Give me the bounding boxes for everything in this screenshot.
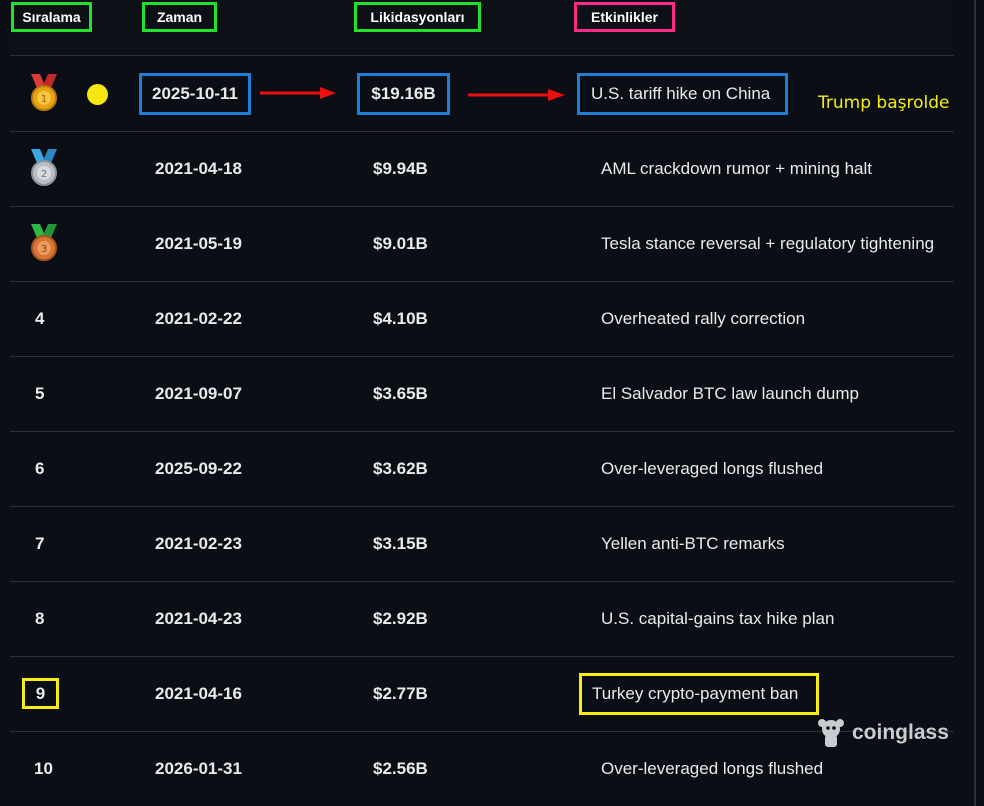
date-cell: 2021-02-22 [155, 308, 242, 328]
table-row: 9 2021-04-16 $2.77B Turkey crypto-paymen… [10, 656, 954, 732]
header-time: Zaman [142, 2, 217, 32]
liquidation-highlight-box: $19.16B [357, 72, 450, 115]
liquidation-cell: $19.16B [357, 56, 450, 131]
arrow-right-icon [260, 87, 336, 99]
liquidation-cell: $2.77B [373, 683, 428, 703]
date-cell: 2025-09-22 [155, 458, 242, 478]
event-cell: Overheated rally correction [601, 308, 806, 328]
liquidation-cell: $3.15B [373, 533, 428, 553]
svg-text:2: 2 [41, 169, 47, 180]
gold-medal-icon: 1 [31, 74, 57, 111]
date-cell: 2021-02-23 [155, 533, 242, 553]
table-row: 4 2021-02-22 $4.10B Overheated rally cor… [10, 281, 954, 357]
brand-watermark: coinglass [816, 717, 949, 749]
event-cell: Over-leveraged longs flushed [601, 758, 824, 778]
table-row: 3 2021-05-19 $9.01B Tesla stance reversa… [10, 206, 954, 282]
rank-cell: 9 [22, 656, 59, 731]
scrollbar-track[interactable] [974, 0, 976, 806]
rank-cell: 8 [35, 608, 45, 628]
event-cell: El Salvador BTC law launch dump [601, 383, 859, 403]
liquidation-cell: $3.62B [373, 458, 428, 478]
table-header: Sıralama Zaman Likidasyonları Etkinlikle… [10, 0, 954, 56]
table-row: 2 2021-04-18 $9.94B AML crackdown rumor … [10, 131, 954, 207]
rank-cell: 4 [35, 308, 45, 328]
date-highlight-box: 2025-10-11 [139, 72, 251, 115]
arrow-right-icon [468, 89, 565, 101]
event-cell: Over-leveraged longs flushed [601, 458, 824, 478]
table-row: 8 2021-04-23 $2.92B U.S. capital-gains t… [10, 581, 954, 657]
svg-text:1: 1 [41, 94, 47, 105]
rank-cell: 6 [35, 458, 45, 478]
table-row: 10 2026-01-31 $2.56B Over-leveraged long… [10, 731, 954, 806]
rank-highlight-box: 9 [22, 678, 59, 709]
event-highlight-box: U.S. tariff hike on China [577, 72, 788, 115]
rank-cell: 5 [35, 383, 45, 403]
event-cell: Tesla stance reversal + regulatory tight… [601, 233, 935, 253]
bronze-medal-icon: 3 [31, 224, 57, 261]
liquidation-cell: $9.94B [373, 158, 428, 178]
header-events: Etkinlikler [574, 2, 675, 32]
header-rank: Sıralama [11, 2, 92, 32]
event-cell: Yellen anti-BTC remarks [601, 533, 785, 553]
event-cell: Turkey crypto-payment ban [579, 656, 819, 731]
event-cell: U.S. capital-gains tax hike plan [601, 608, 835, 628]
coinglass-logo-icon [818, 719, 844, 747]
header-liquidations: Likidasyonları [354, 2, 481, 32]
event-cell: U.S. tariff hike on China [577, 56, 788, 131]
yellow-dot-marker [87, 84, 108, 105]
table-row: 6 2025-09-22 $3.62B Over-leveraged longs… [10, 431, 954, 507]
rank-cell: 10 [34, 758, 53, 778]
annotation-note: Trump başrolde [818, 93, 950, 113]
date-cell: 2021-04-18 [155, 158, 242, 178]
liquidation-cell: $2.56B [373, 758, 428, 778]
liquidation-cell: $9.01B [373, 233, 428, 253]
event-cell: AML crackdown rumor + mining halt [601, 158, 873, 178]
date-cell: 2021-09-07 [155, 383, 242, 403]
date-cell: 2025-10-11 [139, 56, 251, 131]
silver-medal-icon: 2 [31, 149, 57, 186]
rank-cell: 7 [35, 533, 45, 553]
liquidation-cell: $2.92B [373, 608, 428, 628]
event-highlight-box: Turkey crypto-payment ban [579, 672, 819, 715]
table-row: 7 2021-02-23 $3.15B Yellen anti-BTC rema… [10, 506, 954, 582]
svg-text:3: 3 [41, 244, 47, 255]
date-cell: 2021-05-19 [155, 233, 242, 253]
table-row: 5 2021-09-07 $3.65B El Salvador BTC law … [10, 356, 954, 432]
date-cell: 2026-01-31 [155, 758, 242, 778]
liquidation-cell: $4.10B [373, 308, 428, 328]
date-cell: 2021-04-23 [155, 608, 242, 628]
liquidation-cell: $3.65B [373, 383, 428, 403]
date-cell: 2021-04-16 [155, 683, 242, 703]
